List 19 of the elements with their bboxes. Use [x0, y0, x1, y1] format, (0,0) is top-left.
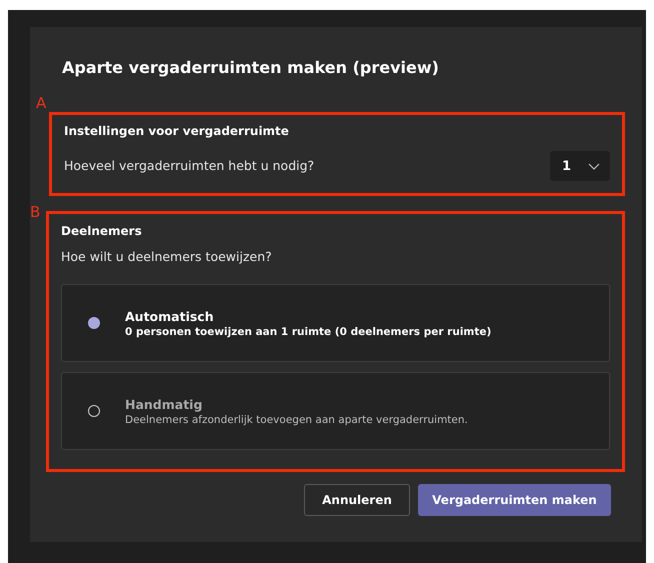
assignment-option[interactable]: Handmatig Deelnemers afzonderlijk toevoegen aan aparte vergaderruimten. [61, 372, 610, 450]
chevron-down-icon [588, 162, 600, 170]
count-dropdown[interactable]: 1 [550, 151, 610, 181]
cancel-button[interactable]: Annuleren [304, 484, 410, 516]
section-heading: Deelnemers [61, 223, 143, 239]
option-description: Deelnemers afzonderlijk toevoegen aan aparte vergaderruimten. [125, 412, 468, 426]
option-description: 0 personen toewijzen aan 1 ruimte (0 deelnemers per ruimte) [125, 324, 492, 338]
radio-button[interactable] [88, 405, 100, 417]
create-button[interactable]: Vergaderruimten maken [418, 484, 611, 516]
question-text: Hoe wilt u deelnemers toewijzen? [61, 249, 273, 265]
annotation-letter: B [30, 204, 40, 220]
option-label: Automatisch [125, 308, 215, 324]
annotation-letter: A [36, 95, 46, 111]
dialog-title: Aparte vergaderruimten maken (preview) [62, 57, 440, 79]
question-text: Hoeveel vergaderruimten hebt u nodig? [64, 158, 314, 174]
option-label: Handmatig [125, 396, 204, 412]
section-heading: Instellingen voor vergaderruimte [64, 123, 290, 139]
assignment-option[interactable]: Automatisch 0 personen toewijzen aan 1 ruimte (0 deelnemers per ruimte) [61, 284, 610, 362]
radio-button[interactable] [88, 317, 100, 329]
